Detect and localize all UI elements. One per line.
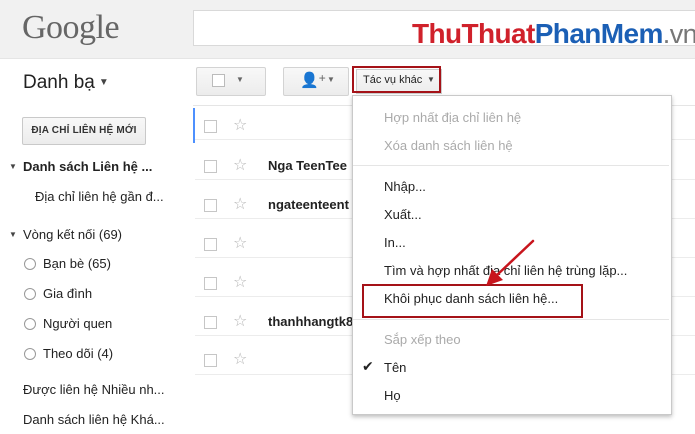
watermark-thuat: Thuat: [461, 18, 536, 49]
contacts-title: Danh bạ: [23, 72, 95, 93]
select-all-checkbox[interactable]: [212, 74, 225, 87]
star-icon[interactable]: ☆: [233, 115, 247, 135]
triangle-down-icon: ▼: [9, 162, 17, 171]
sidebar-item-contacts-list[interactable]: Danh sách Liên hệ ...: [23, 159, 152, 174]
contacts-app-switcher[interactable]: Danh bạ ▼: [23, 72, 109, 94]
sidebar-item-other-contacts[interactable]: Danh sách liên hệ Khá...: [23, 412, 165, 427]
row-checkbox[interactable]: [204, 120, 217, 133]
watermark-thu: Thu: [412, 18, 462, 49]
contact-name[interactable]: Nga TeenTee: [268, 158, 347, 173]
chevron-down-icon: ▼: [327, 75, 335, 84]
menu-item-delete-contacts: Xóa danh sách liên hệ: [384, 138, 513, 153]
row-checkbox[interactable]: [204, 238, 217, 251]
select-button[interactable]: [196, 67, 266, 96]
site-watermark: ThuThuatPhanMem.vn: [412, 18, 695, 50]
menu-item-sort-last-name[interactable]: Họ: [384, 388, 401, 403]
menu-divider: [353, 319, 669, 320]
sidebar-item-following[interactable]: Theo dõi (4): [43, 346, 113, 361]
star-icon[interactable]: ☆: [233, 155, 247, 175]
menu-item-sort-first-name[interactable]: Tên: [384, 360, 406, 375]
menu-item-import[interactable]: Nhập...: [384, 179, 426, 194]
google-logo[interactable]: Google: [22, 9, 120, 47]
star-icon[interactable]: ☆: [233, 272, 247, 292]
watermark-phanmem: PhanMem: [534, 18, 664, 49]
circle-icon: [24, 318, 36, 330]
sidebar-item-recent-contacts[interactable]: Địa chỉ liên hệ gần đ...: [35, 189, 164, 204]
circle-icon: [24, 348, 36, 360]
watermark-domain: .vn: [662, 19, 695, 49]
menu-item-export[interactable]: Xuất...: [384, 207, 422, 222]
row-checkbox[interactable]: [204, 277, 217, 290]
chevron-down-icon: ▼: [98, 77, 109, 89]
row-checkbox[interactable]: [204, 354, 217, 367]
star-icon[interactable]: ☆: [233, 349, 247, 369]
menu-item-merge-contacts: Hợp nhất địa chỉ liên hệ: [384, 110, 522, 125]
circle-icon: [24, 288, 36, 300]
highlight-box: [352, 66, 441, 93]
sidebar-item-family[interactable]: Gia đình: [43, 286, 92, 301]
add-person-icon: 👤+: [300, 71, 326, 89]
row-checkbox[interactable]: [204, 316, 217, 329]
chevron-down-icon: ▼: [236, 75, 244, 84]
contact-name[interactable]: thanhhangtk8: [268, 314, 353, 329]
sidebar-item-most-contacted[interactable]: Được liên hệ Nhiều nh...: [23, 382, 165, 397]
contact-name[interactable]: ngateenteent: [268, 197, 349, 212]
star-icon[interactable]: ☆: [233, 194, 247, 214]
row-checkbox[interactable]: [204, 199, 217, 212]
highlight-box: [362, 284, 583, 318]
new-contact-button[interactable]: ĐỊA CHỈ LIÊN HỆ MỚI: [22, 117, 146, 145]
row-checkbox[interactable]: [204, 160, 217, 173]
check-icon: ✔: [362, 358, 374, 374]
menu-item-print[interactable]: In...: [384, 235, 406, 250]
circle-icon: [24, 258, 36, 270]
star-icon[interactable]: ☆: [233, 311, 247, 331]
sidebar-item-acquaintances[interactable]: Người quen: [43, 316, 112, 331]
menu-divider: [353, 165, 669, 166]
menu-item-find-duplicates[interactable]: Tìm và hợp nhất địa chỉ liên hệ trùng lặ…: [384, 263, 627, 278]
menu-sort-header: Sắp xếp theo: [384, 332, 461, 347]
star-icon[interactable]: ☆: [233, 233, 247, 253]
sidebar-item-circles[interactable]: Vòng kết nối (69): [23, 227, 122, 242]
triangle-down-icon: ▼: [9, 230, 17, 239]
sidebar-item-friends[interactable]: Bạn bè (65): [43, 256, 111, 271]
